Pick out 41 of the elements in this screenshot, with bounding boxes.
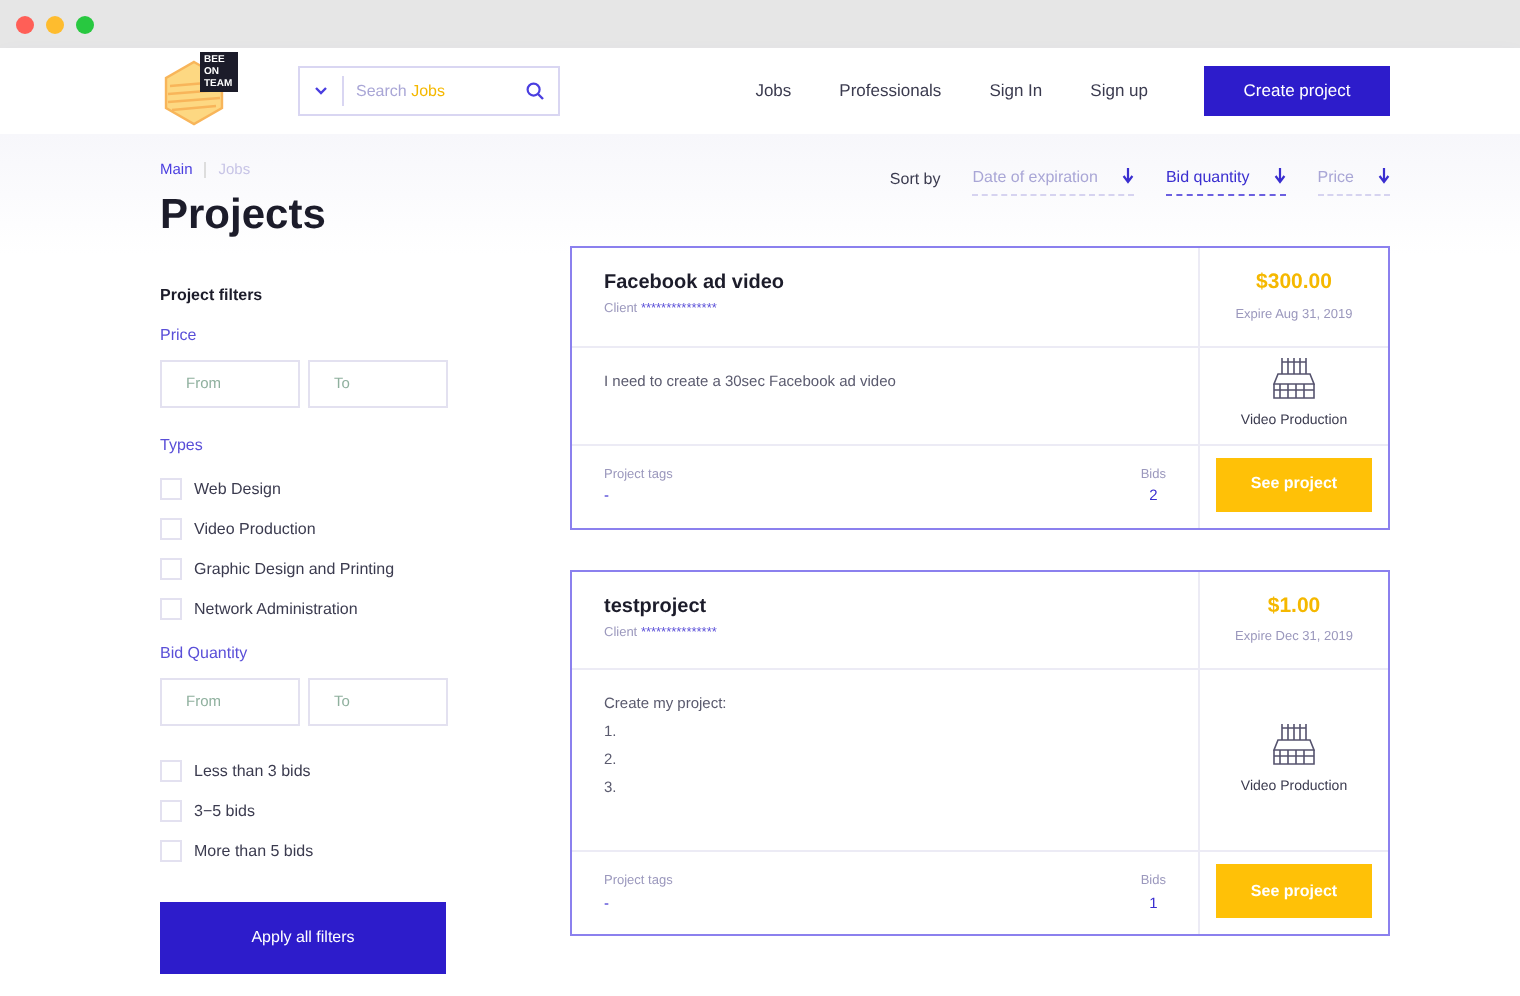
- project-title[interactable]: Facebook ad video: [604, 268, 1166, 298]
- checkbox[interactable]: [160, 840, 182, 863]
- nav-link[interactable]: Professionals: [839, 78, 942, 104]
- filter-label: Types: [160, 433, 205, 458]
- down-arrow-icon: [1273, 168, 1286, 185]
- sort-label: Sort by: [889, 168, 941, 192]
- checkbox-label[interactable]: More than 5 bids: [194, 839, 314, 864]
- nav-link[interactable]: Sign In: [989, 78, 1043, 104]
- apply-filters-button[interactable]: Apply all filters: [160, 901, 446, 974]
- search-icon[interactable]: [526, 81, 544, 100]
- filters-title: Project filters: [160, 283, 265, 308]
- checkbox-label[interactable]: Less than 3 bids: [194, 759, 311, 784]
- checkbox[interactable]: [160, 518, 182, 541]
- checkbox-label[interactable]: Graphic Design and Printing: [194, 557, 395, 582]
- minimize-dot[interactable]: [46, 15, 64, 33]
- tower-icon: [1272, 721, 1316, 766]
- checkbox[interactable]: [160, 800, 182, 823]
- down-arrow-icon: [1378, 168, 1390, 185]
- checkbox[interactable]: [160, 558, 182, 581]
- down-arrow-icon: [1121, 168, 1134, 185]
- page-title: Projects: [160, 190, 328, 243]
- price: $300.00: [1254, 268, 1334, 298]
- nav-link[interactable]: Jobs: [755, 78, 792, 104]
- caret-icon[interactable]: [314, 86, 328, 96]
- price: $1.00: [1265, 591, 1323, 621]
- checkbox-label[interactable]: Web Design: [194, 477, 281, 502]
- close-dot[interactable]: [16, 15, 34, 33]
- filter-label: Bid Quantity: [160, 641, 250, 666]
- sort-option[interactable]: Bid quantity: [1165, 165, 1286, 195]
- checkbox-label[interactable]: Video Production: [194, 517, 316, 542]
- checkbox[interactable]: [160, 598, 182, 621]
- maximize-dot[interactable]: [76, 15, 94, 33]
- checkbox[interactable]: [160, 760, 182, 783]
- nav-link[interactable]: Sign up: [1090, 78, 1148, 104]
- tower-icon: [1272, 356, 1316, 401]
- checkbox-label[interactable]: Network Administration: [194, 597, 358, 622]
- filter-label: Price: [160, 323, 199, 348]
- checkbox-label[interactable]: 3−5 bids: [194, 799, 255, 824]
- create-project-button[interactable]: Create project: [1204, 66, 1390, 116]
- project-title[interactable]: testproject: [604, 591, 1166, 621]
- checkbox[interactable]: [160, 478, 182, 501]
